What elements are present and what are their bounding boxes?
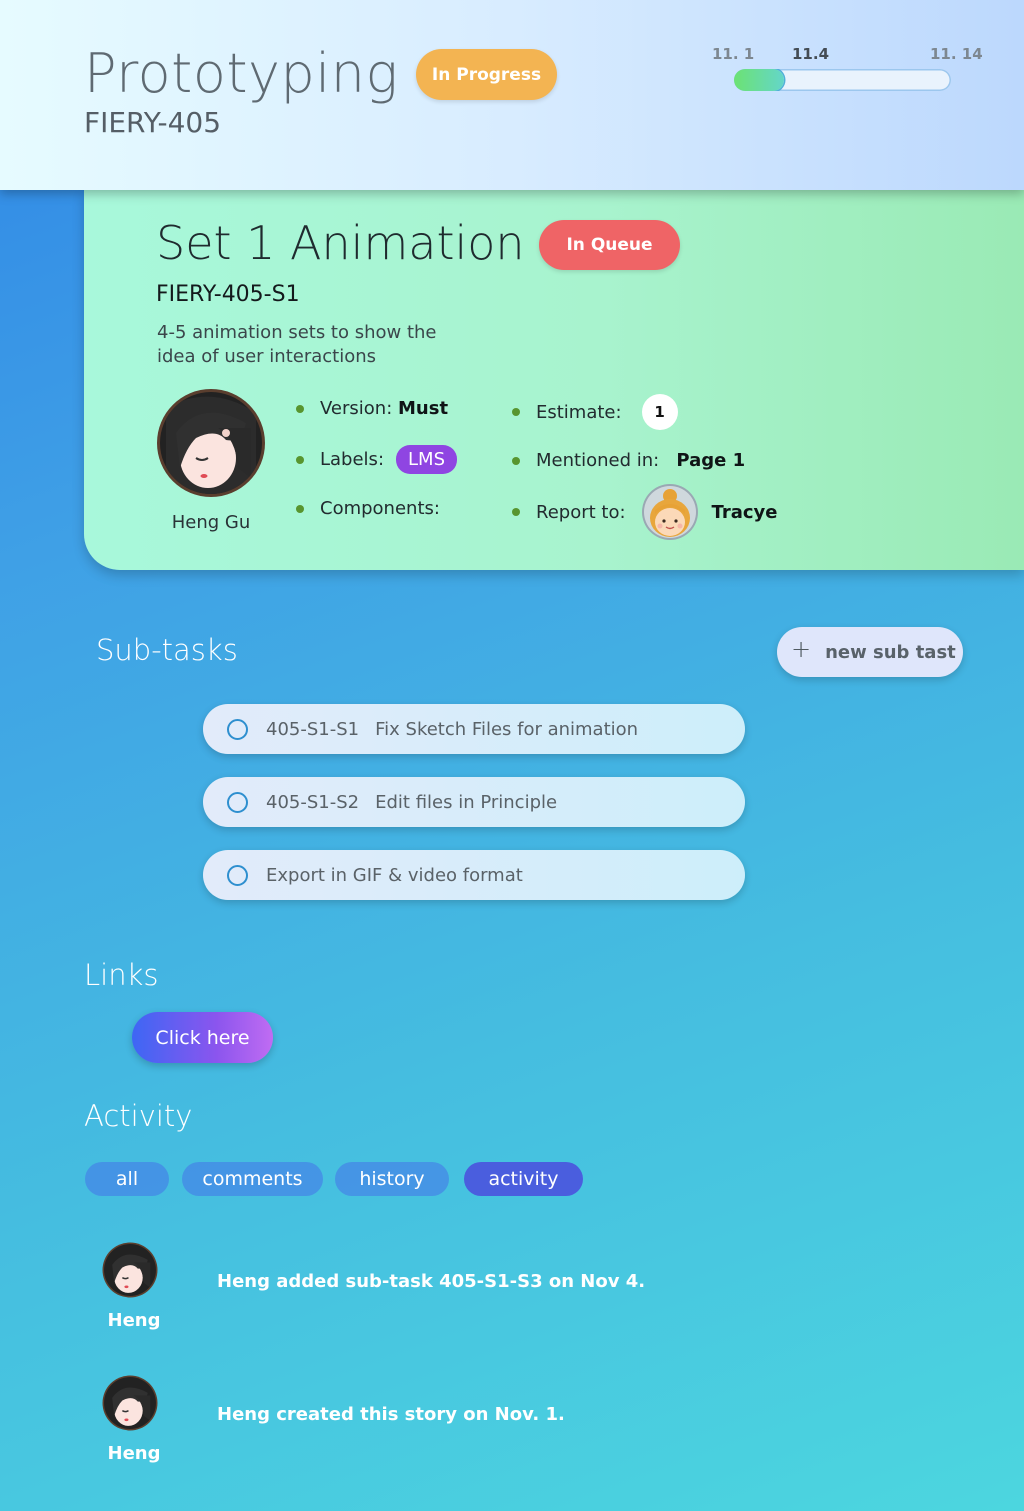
checkbox-circle-icon[interactable] [227, 718, 248, 740]
label-tag-lms[interactable]: LMS [396, 445, 457, 474]
field-version-label: Version: [320, 398, 393, 419]
timeline-progress-bar [734, 69, 951, 91]
checkbox-circle-icon[interactable] [227, 791, 248, 813]
field-estimate-label: Estimate: [536, 401, 622, 423]
plus-icon: + [791, 635, 812, 663]
bullet-dot [512, 408, 520, 416]
field-components-label: Components: [320, 498, 440, 519]
story-status-badge[interactable]: In Queue [539, 220, 680, 270]
subtask-key: 405-S1-S1 [266, 718, 360, 740]
field-report-label: Report to: [536, 501, 626, 523]
field-estimate: Estimate: 1 [512, 394, 678, 430]
bullet-dot [296, 504, 304, 513]
subtask-item[interactable]: Export in GIF & video format [203, 850, 745, 900]
project-header: Prototyping FIERY-405 In Progress 11. 1 … [0, 0, 1024, 190]
project-status-badge[interactable]: In Progress [416, 49, 557, 100]
activity-user-name: Heng [107, 1310, 161, 1331]
tab-activity[interactable]: activity [464, 1162, 583, 1196]
checkbox-circle-icon[interactable] [227, 864, 248, 886]
bullet-dot [512, 508, 520, 516]
project-title: Prototyping [84, 42, 399, 105]
timeline-progress-fill [734, 69, 784, 91]
activity-entry-text: Heng added sub-task 405-S1-S3 on Nov 4. [217, 1271, 646, 1292]
click-here-link-button[interactable]: Click here [132, 1012, 273, 1063]
new-subtask-button[interactable]: + new sub tast [777, 627, 963, 677]
bullet-dot [296, 404, 304, 413]
assignee-name: Heng Gu [171, 512, 251, 533]
new-subtask-label: new sub tast [825, 641, 956, 663]
avatar-child-blonde-icon[interactable] [641, 484, 698, 540]
timeline-current-label: 11.4 [792, 45, 830, 63]
tab-all[interactable]: all [85, 1162, 169, 1196]
field-mentioned-label: Mentioned in: [536, 450, 660, 471]
links-title: Links [84, 958, 159, 992]
bullet-dot [512, 456, 520, 465]
subtask-item[interactable]: 405-S1-S2 Edit files in Principle [203, 777, 745, 827]
tab-history[interactable]: history [335, 1162, 449, 1196]
bullet-dot [296, 455, 304, 464]
activity-title: Activity [84, 1099, 193, 1133]
timeline-end-label: 11. 14 [930, 45, 983, 63]
story-title: Set 1 Animation [156, 216, 525, 270]
project-key: FIERY-405 [84, 106, 222, 139]
subtask-item[interactable]: 405-S1-S1 Fix Sketch Files for animation [203, 704, 745, 754]
subtasks-title: Sub-tasks [96, 633, 238, 667]
field-mentioned: Mentioned in: Page 1 [512, 450, 745, 471]
field-report-to: Report to: Tracye [512, 484, 777, 540]
field-mentioned-value[interactable]: Page 1 [676, 450, 745, 471]
story-description: 4-5 animation sets to show the idea of u… [157, 322, 437, 367]
field-version-value[interactable]: Must [398, 398, 448, 419]
field-report-value[interactable]: Tracye [712, 502, 778, 523]
timeline-start-label: 11. 1 [712, 45, 755, 63]
estimate-badge[interactable]: 1 [641, 394, 678, 430]
avatar-woman-dark-hair-icon[interactable] [102, 1375, 158, 1431]
activity-entry-text: Heng created this story on Nov. 1. [217, 1404, 565, 1425]
subtask-text: Export in GIF & video format [266, 864, 523, 886]
avatar-woman-dark-hair-icon[interactable] [102, 1242, 158, 1298]
subtask-text: Fix Sketch Files for animation [375, 718, 639, 740]
subtask-text: Edit files in Principle [375, 791, 558, 813]
field-components: Components: [296, 498, 440, 519]
activity-user-name: Heng [107, 1443, 161, 1464]
field-labels: Labels: LMS [296, 445, 457, 474]
tab-comments[interactable]: comments [182, 1162, 323, 1196]
field-version: Version: Must [296, 398, 448, 419]
field-labels-label: Labels: [320, 449, 385, 470]
story-card: Set 1 Animation In Queue FIERY-405-S1 4-… [84, 190, 1024, 570]
avatar-woman-dark-hair-icon[interactable] [156, 388, 266, 498]
story-key: FIERY-405-S1 [156, 282, 300, 307]
subtask-key: 405-S1-S2 [266, 791, 360, 813]
